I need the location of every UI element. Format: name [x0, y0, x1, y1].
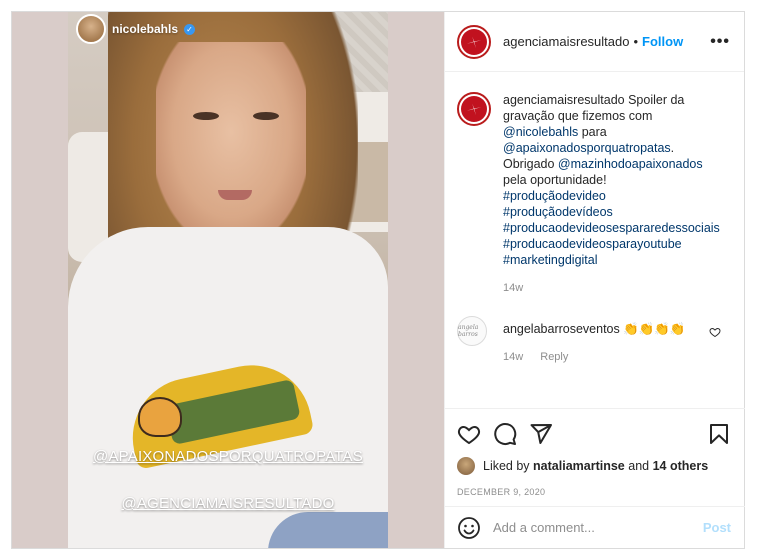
- hashtag-link[interactable]: #produçãodevídeos: [503, 204, 723, 220]
- comment-meta: 14w Reply: [503, 351, 685, 363]
- post-panel: agenciamaisresultado • Follow ••• agenci…: [444, 12, 745, 548]
- caption-age[interactable]: 14w: [503, 282, 731, 294]
- post-header: agenciamaisresultado • Follow •••: [445, 12, 744, 72]
- comment-avatar[interactable]: angela barros: [457, 316, 487, 346]
- story-avatar: [76, 14, 106, 44]
- person-face: [156, 42, 306, 242]
- caption-username[interactable]: agenciamaisresultado: [503, 93, 625, 107]
- emoji-icon[interactable]: [457, 516, 481, 540]
- liked-user[interactable]: nataliamartinse: [533, 459, 625, 473]
- hashtag-link[interactable]: #producaodevideosparayoutube: [503, 236, 723, 252]
- story-mention-apaixonados: @APAIXONADOSPORQUATROPATAS: [93, 448, 363, 465]
- comment-username[interactable]: angelabarroseventos: [503, 322, 620, 336]
- shirt-cat-graphic: [138, 397, 182, 437]
- add-comment-bar: Add a comment... Post: [445, 506, 745, 548]
- heart-small-icon[interactable]: [709, 326, 721, 338]
- story-user: nicolebahls ✓: [76, 14, 196, 44]
- likes-summary: Liked by nataliamartinse and 14 others: [457, 457, 731, 475]
- header-separator: •: [633, 34, 639, 49]
- post-button[interactable]: Post: [703, 520, 731, 535]
- profile-avatar[interactable]: [457, 24, 491, 59]
- caption-text: agenciamaisresultado Spoiler da gravação…: [503, 92, 723, 268]
- verified-icon: ✓: [184, 23, 196, 35]
- header-username[interactable]: agenciamaisresultado: [503, 34, 629, 49]
- follow-button[interactable]: Follow: [642, 34, 683, 49]
- person-mouth: [218, 190, 252, 200]
- liked-others[interactable]: 14 others: [653, 459, 709, 473]
- liker-avatar[interactable]: [457, 457, 475, 475]
- caption-avatar[interactable]: [457, 92, 491, 126]
- mention-link[interactable]: @mazinhodoapaixonados: [558, 157, 703, 171]
- person-eye-left: [193, 112, 219, 120]
- post-actions: Liked by nataliamartinse and 14 others D…: [445, 408, 745, 497]
- brand-logo-icon: [461, 28, 487, 55]
- caption: agenciamaisresultado Spoiler da gravação…: [457, 92, 731, 268]
- story-photo: [68, 12, 388, 548]
- comment-age[interactable]: 14w: [503, 351, 523, 363]
- mention-link[interactable]: @nicolebahls: [503, 125, 578, 139]
- hashtag-link[interactable]: #produçãodevideo: [503, 188, 723, 204]
- reply-button[interactable]: Reply: [540, 351, 568, 363]
- story-username: nicolebahls: [112, 22, 179, 36]
- person-eye-right: [253, 112, 279, 120]
- post-date[interactable]: DECEMBER 9, 2020: [457, 487, 731, 497]
- brand-logo-icon: [461, 96, 487, 122]
- post-modal: nicolebahls ✓ @APAIXONADOSPORQUATROPATAS…: [11, 11, 745, 549]
- comment-line: angelabarroseventos 👏👏👏👏: [503, 316, 685, 337]
- comment-body: angelabarroseventos 👏👏👏👏 14w Reply: [503, 316, 685, 363]
- comments-section[interactable]: agenciamaisresultado Spoiler da gravação…: [445, 72, 745, 408]
- caption-text-4: pela oportunidade!: [503, 173, 607, 187]
- liked-and: and: [628, 459, 650, 473]
- heart-icon[interactable]: [457, 422, 481, 446]
- hashtag-link[interactable]: #producaodevideosespararedessociais: [503, 220, 723, 236]
- post-media[interactable]: nicolebahls ✓ @APAIXONADOSPORQUATROPATAS…: [12, 12, 444, 548]
- share-icon[interactable]: [529, 422, 553, 446]
- person-jeans: [268, 512, 388, 548]
- action-icons: [457, 419, 731, 449]
- bookmark-icon[interactable]: [707, 422, 731, 446]
- comment-input[interactable]: Add a comment...: [493, 520, 703, 535]
- story-mention-agencia: @AGENCIAMAISRESULTADO: [121, 495, 335, 512]
- more-options-icon[interactable]: •••: [710, 33, 730, 51]
- mention-link[interactable]: @apaixonadosporquatropatas: [503, 141, 671, 155]
- hashtag-link[interactable]: #marketingdigital: [503, 252, 723, 268]
- comment-item: angela barros angelabarroseventos 👏👏👏👏 1…: [457, 316, 731, 363]
- liked-by-prefix: Liked by: [483, 459, 530, 473]
- comment-text: 👏👏👏👏: [619, 322, 686, 336]
- comment-icon[interactable]: [493, 422, 517, 446]
- caption-text-2: para: [578, 125, 607, 139]
